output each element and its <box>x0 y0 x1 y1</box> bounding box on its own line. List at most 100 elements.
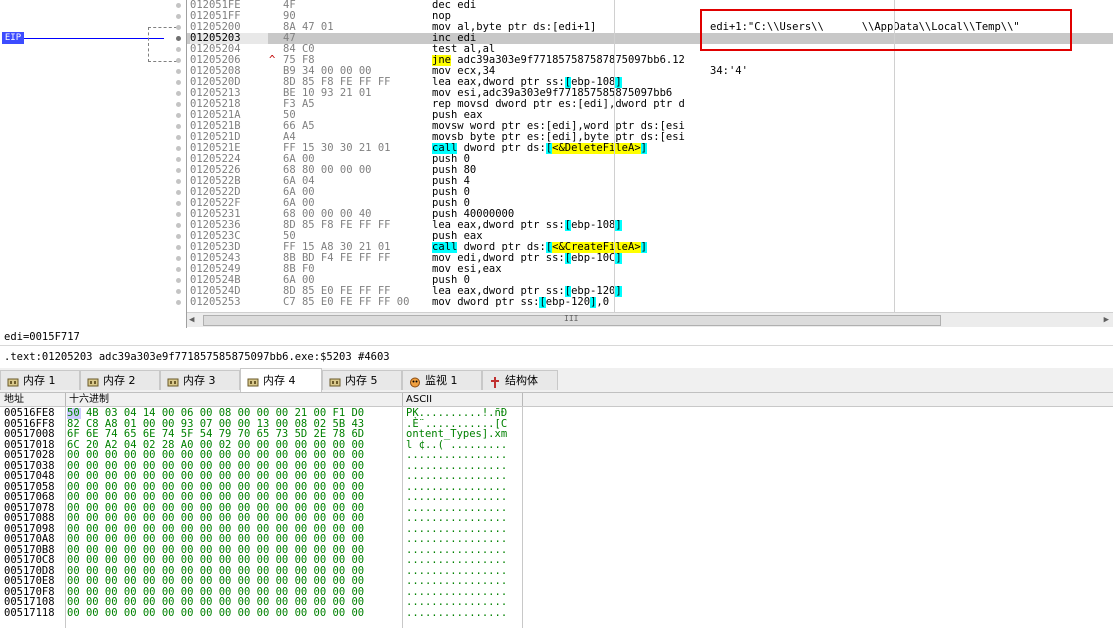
breakpoint-dot[interactable] <box>176 190 181 195</box>
disasm-row[interactable]: 01205236 8D 85 F8 FE FF FF lea eax,dword p… <box>187 220 1113 231</box>
disasm-row[interactable]: 0120521A 50 push eax <box>187 110 1113 121</box>
scrollbar-thumb[interactable]: III <box>203 314 941 326</box>
instruction-text[interactable]: lea eax,dword ptr ss:[ebp-108] <box>432 220 708 231</box>
jump-direction-marker: ^ <box>269 54 276 66</box>
header-divider <box>402 393 403 406</box>
breakpoint-dot[interactable] <box>176 278 181 283</box>
tab-7[interactable]: 结构体 <box>482 370 558 390</box>
breakpoint-dot[interactable] <box>176 124 181 129</box>
asm-token: push 0 <box>432 154 470 165</box>
instruction-text[interactable]: inc edi <box>432 33 708 44</box>
breakpoint-dot[interactable] <box>176 102 181 107</box>
header-hex[interactable]: 十六进制 <box>69 393 109 406</box>
instruction-text[interactable]: movsw word ptr es:[edi],word ptr ds:[esi <box>432 121 708 132</box>
breakpoint-dot[interactable] <box>176 146 181 151</box>
breakpoint-dot[interactable] <box>176 135 181 140</box>
breakpoint-dot[interactable] <box>176 223 181 228</box>
breakpoint-dot[interactable] <box>176 168 181 173</box>
instruction-bytes: 8A 47 01 <box>283 21 334 33</box>
breakpoint-dot[interactable] <box>176 113 181 118</box>
breakpoint-dot[interactable] <box>176 14 181 19</box>
breakpoint-dot[interactable] <box>176 58 181 63</box>
scroll-left-arrow[interactable]: ◀ <box>189 315 194 325</box>
instruction-text[interactable]: rep movsd dword ptr es:[edi],dword ptr d <box>432 99 708 110</box>
breakpoint-dot[interactable] <box>176 91 181 96</box>
instruction-text[interactable]: test al,al <box>432 44 708 55</box>
disassembly-pane[interactable]: EIP 012051FE 4F dec edi 012051FF 90 nop 012052… <box>0 0 1113 328</box>
breakpoint-dot[interactable] <box>176 201 181 206</box>
horizontal-scrollbar[interactable]: ◀ III ▶ <box>187 312 1113 327</box>
disasm-row[interactable]: 0120521B 66 A5 movsw word ptr es:[edi],wor… <box>187 121 1113 132</box>
instruction-text[interactable]: movsb byte ptr es:[edi],byte ptr ds:[esi <box>432 132 708 143</box>
tab-2[interactable]: 内存 2 <box>80 370 160 390</box>
dump-row[interactable]: 00517118 00 00 00 00 00 00 00 00 00 00 00… <box>0 607 1113 619</box>
header-address[interactable]: 地址 <box>4 393 24 406</box>
instruction-text[interactable]: mov edi,dword ptr ss:[ebp-10C] <box>432 253 708 264</box>
disasm-row[interactable]: 01205213 BE 10 93 21 01 mov esi,adc39a303e… <box>187 88 1113 99</box>
tab-label: 监视 1 <box>425 374 458 387</box>
instruction-text[interactable]: jne adc39a303e9f77185758758787509​7bb6.1… <box>432 55 708 66</box>
instruction-text[interactable]: lea eax,dword ptr ss:[ebp-108] <box>432 77 708 88</box>
hex-dump[interactable]: 00516FE8 50 4B 03 04 14 00 06 00 08 00 00… <box>0 407 1113 628</box>
instruction-text[interactable]: push 80 <box>432 165 708 176</box>
disasm-row[interactable]: 01205218 F3 A5 rep movsd dword ptr es:[edi… <box>187 99 1113 110</box>
tab-3[interactable]: 内存 3 <box>160 370 240 390</box>
breakpoint-dot[interactable] <box>176 36 181 41</box>
tab-4[interactable]: 内存 4 <box>240 368 322 392</box>
instruction-text[interactable]: call dword ptr ds:[<&DeleteFileA>] <box>432 143 708 154</box>
instruction-text[interactable]: nop <box>432 11 708 22</box>
memory-icon <box>329 375 341 387</box>
instruction-text[interactable]: call dword ptr ds:[<&CreateFileA>] <box>432 242 708 253</box>
breakpoint-dot[interactable] <box>176 256 181 261</box>
instruction-text[interactable]: push 0 <box>432 154 708 165</box>
scroll-right-arrow[interactable]: ▶ <box>1104 315 1109 325</box>
breakpoint-dot[interactable] <box>176 69 181 74</box>
instruction-bytes: F3 A5 <box>283 98 315 110</box>
dump-address[interactable]: 00517118 <box>4 607 66 619</box>
breakpoint-dot[interactable] <box>176 234 181 239</box>
breakpoint-dot[interactable] <box>176 289 181 294</box>
instruction-text[interactable]: push 0 <box>432 198 708 209</box>
header-ascii[interactable]: ASCII <box>406 393 432 406</box>
breakpoint-dot[interactable] <box>176 80 181 85</box>
disasm-row[interactable]: 01205253 C7 85 E0 FE FF FF 00 mov dword pt… <box>187 297 1113 308</box>
disasm-row[interactable]: 0120522D 6A 00 push 0 <box>187 187 1113 198</box>
disasm-row[interactable]: 01205249 8B F0 mov esi,eax <box>187 264 1113 275</box>
instruction-text[interactable]: mov dword ptr ss:[ebp-120],0 <box>432 297 708 308</box>
tab-6[interactable]: 监视 1 <box>402 370 482 390</box>
breakpoint-dot[interactable] <box>176 245 181 250</box>
breakpoint-dot[interactable] <box>176 3 181 8</box>
instruction-text[interactable]: push 40000000 <box>432 209 708 220</box>
asm-token: call <box>432 242 458 253</box>
instruction-text[interactable]: push 4 <box>432 176 708 187</box>
dump-hex-bytes[interactable]: 00 00 00 00 00 00 00 00 00 00 00 00 00 0… <box>67 607 401 619</box>
disasm-row[interactable]: 01205243 8B BD F4 FE FF FF mov edi,dword p… <box>187 253 1113 264</box>
instruction-text[interactable]: dec edi <box>432 0 708 11</box>
tab-1[interactable]: 内存 1 <box>0 370 80 390</box>
instruction-text[interactable]: push 0 <box>432 275 708 286</box>
tab-5[interactable]: 内存 5 <box>322 370 402 390</box>
breakpoint-dot[interactable] <box>176 300 181 305</box>
instruction-text[interactable]: push eax <box>432 110 708 121</box>
instruction-text[interactable]: push 0 <box>432 187 708 198</box>
dump-ascii[interactable]: ................ <box>406 607 526 619</box>
instruction-text[interactable]: push eax <box>432 231 708 242</box>
breakpoint-dot[interactable] <box>176 179 181 184</box>
instruction-text[interactable]: mov ecx,34 <box>432 66 708 77</box>
breakpoint-dot[interactable] <box>176 157 181 162</box>
asm-token: push 0 <box>432 187 470 198</box>
instruction-text[interactable]: mov al,byte ptr ds:[edi+1] <box>432 22 708 33</box>
breakpoint-dot[interactable] <box>176 47 181 52</box>
breakpoint-dot[interactable] <box>176 212 181 217</box>
disasm-row[interactable]: 0120522B 6A 04 push 4 <box>187 176 1113 187</box>
instruction-text[interactable]: mov esi,eax <box>432 264 708 275</box>
instruction-text[interactable]: lea eax,dword ptr ss:[ebp-120] <box>432 286 708 297</box>
instruction-address[interactable]: 01205253 <box>190 297 268 308</box>
disasm-row[interactable]: 01205226 68 80 00 00 00 push 80 <box>187 165 1113 176</box>
instruction-comment[interactable]: 34:'4' <box>710 66 1110 77</box>
instruction-bytes: 8D 85 F8 FE FF FF <box>283 219 391 231</box>
breakpoint-dot[interactable] <box>176 25 181 30</box>
instruction-text[interactable]: mov esi,adc39a303e9f771857585875097bb6 <box>432 88 708 99</box>
disasm-row[interactable]: 0120521E FF 15 30 30 21 01 call dword ptr … <box>187 143 1113 154</box>
breakpoint-dot[interactable] <box>176 267 181 272</box>
